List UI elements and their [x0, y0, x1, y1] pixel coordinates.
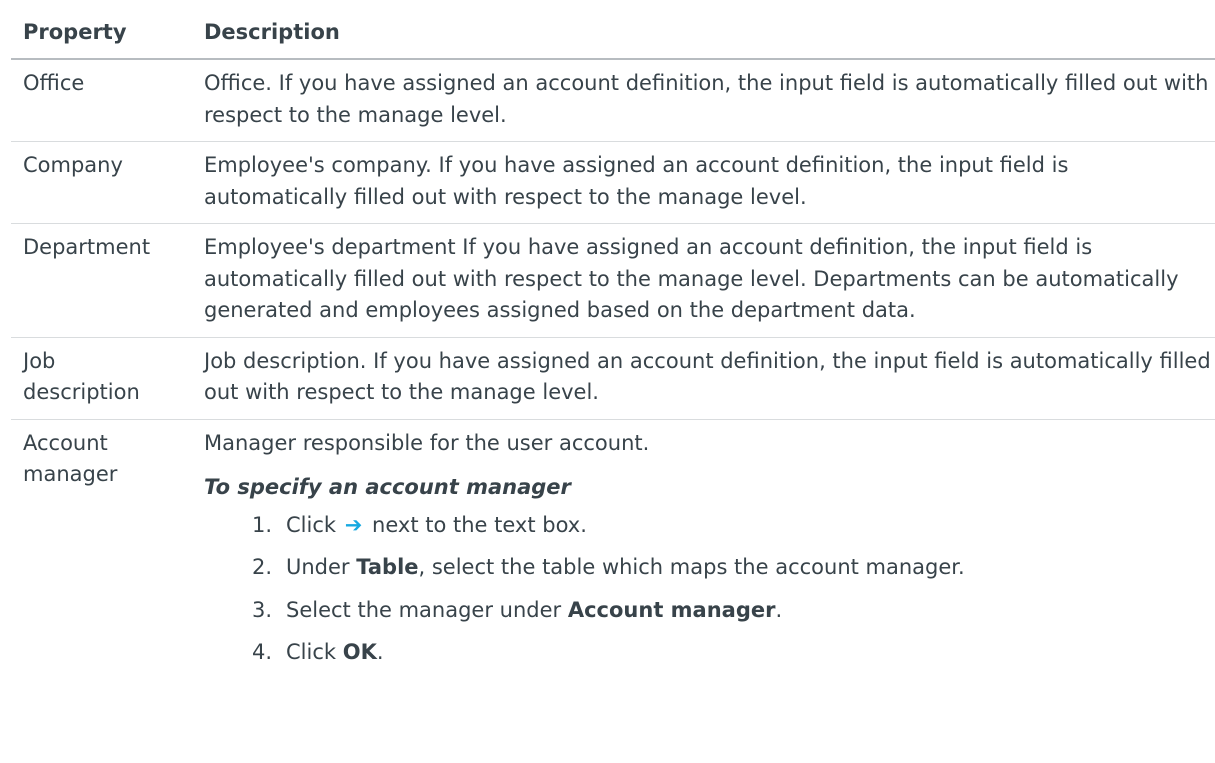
arrow-right-icon: ➔: [344, 512, 363, 537]
step-number: 1.: [252, 512, 273, 537]
description-cell: Manager responsible for the user account…: [192, 419, 1215, 690]
column-header-description: Description: [192, 6, 1215, 60]
ui-term: OK: [342, 640, 377, 664]
description-cell: Office. If you have assigned an account …: [192, 59, 1215, 142]
step-text: Under: [286, 555, 357, 579]
property-cell: Office: [11, 59, 192, 142]
description-cell: Job description. If you have assigned an…: [192, 337, 1215, 420]
step-number: 3.: [252, 597, 273, 622]
ui-term: Account manager: [567, 597, 776, 622]
table-row-company: Company Employee's company. If you have …: [11, 141, 1215, 224]
property-table: Property Description Office Office. If y…: [11, 6, 1215, 690]
table-row-office: Office Office. If you have assigned an a…: [11, 59, 1215, 142]
table-row-account-manager: Account manager Manager responsible for t…: [11, 419, 1215, 690]
step-number: 4.: [252, 640, 273, 664]
procedure-steps: 1. Click ➔ next to the text box. 2. Unde…: [204, 510, 1211, 669]
table-row-department: Department Employee's department If you …: [11, 223, 1215, 338]
property-label-line: Account: [23, 430, 108, 455]
property-label-line: manager: [23, 462, 118, 486]
list-item: 4. Click OK.: [204, 637, 1211, 669]
list-item: 3. Select the manager under Account mana…: [204, 595, 1211, 627]
property-label-line: Job: [23, 348, 56, 373]
column-header-property: Property: [11, 6, 192, 60]
ui-term: Table: [356, 555, 419, 579]
list-item: 1. Click ➔ next to the text box.: [204, 510, 1211, 542]
step-text: Click: [286, 640, 343, 664]
property-label-line: description: [23, 380, 140, 404]
step-text: , select the table which maps the accoun…: [418, 555, 965, 579]
table-row-job-description: Job description Job description. If you h…: [11, 337, 1215, 420]
document-page: Property Description Office Office. If y…: [0, 0, 1215, 763]
step-text: Select the manager under: [286, 597, 568, 622]
step-text: next to the text box.: [372, 512, 587, 537]
property-cell: Job description: [11, 337, 192, 420]
description-cell: Employee's company. If you have assigned…: [192, 141, 1215, 224]
step-text: .: [775, 597, 783, 622]
property-cell: Account manager: [11, 419, 192, 690]
table-header-row: Property Description: [11, 6, 1215, 60]
property-cell: Company: [11, 141, 192, 224]
description-text: Manager responsible for the user account…: [204, 430, 650, 455]
step-text: .: [376, 640, 384, 664]
step-number: 2.: [252, 555, 273, 579]
step-text: Click: [286, 512, 337, 537]
description-cell: Employee's department If you have assign…: [192, 223, 1215, 338]
list-item: 2. Under Table, select the table which m…: [204, 552, 1211, 584]
property-cell: Department: [11, 223, 192, 338]
procedure-title: To specify an account manager: [204, 475, 571, 499]
